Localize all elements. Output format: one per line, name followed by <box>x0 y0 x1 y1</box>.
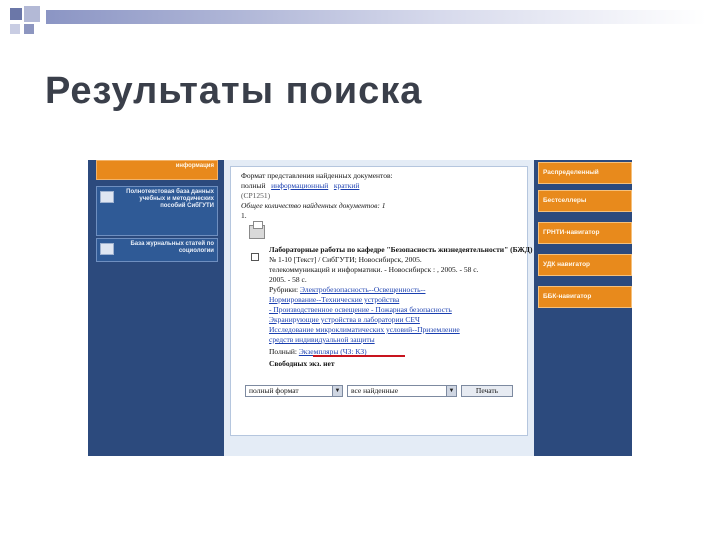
left-panel-item-info[interactable]: информация <box>96 160 218 180</box>
format-options: полный информационный краткий <box>241 181 359 190</box>
rubrics-label: Рубрики: <box>269 285 299 294</box>
rubric-link[interactable]: Исследование микроклиматических условий-… <box>269 325 460 334</box>
format-label: Формат представления найденных документо… <box>241 171 393 180</box>
slide-title: Результаты поиска <box>45 70 423 112</box>
right-menu-item[interactable]: ББК-навигатор <box>538 286 632 308</box>
record-checkbox[interactable] <box>251 253 259 261</box>
printer-icon[interactable] <box>249 221 265 239</box>
format-brief-link[interactable]: краткий <box>334 181 359 190</box>
item-number: 1. <box>241 211 247 220</box>
red-underline <box>313 355 405 357</box>
format-select[interactable]: полный формат ▼ <box>245 385 343 397</box>
left-panel-label: информация <box>175 163 214 169</box>
left-panel-item-fulltext-db[interactable]: Полнотекстовая база данных учебных и мет… <box>96 186 218 236</box>
record-line: № 1-10 [Текст] / СибГУТИ; Новосибирск, 2… <box>269 255 422 264</box>
embedded-screenshot: информация Полнотекстовая база данных уч… <box>88 160 632 456</box>
record-title: Лабораторные работы по кафедре "Безопасн… <box>269 245 533 254</box>
chevron-down-icon: ▼ <box>446 386 456 396</box>
left-panel-label: База журнальных статей по социологии <box>130 241 214 254</box>
decor-gradient-bar <box>46 10 706 24</box>
found-count: Общее количество найденных документов: 1 <box>241 201 386 210</box>
rubric-link[interactable]: Электробезопасность--Освещенность-- <box>300 285 425 294</box>
record-line: 2005. - 58 с. <box>269 275 307 284</box>
print-button[interactable]: Печать <box>461 385 513 397</box>
scope-select-value: все найденные <box>351 386 399 395</box>
rubric-link[interactable]: Экранирующие устройства в лаборатории СЕ… <box>269 315 420 324</box>
decor-square <box>24 6 40 22</box>
rubric-link[interactable]: средств индивидуальной защиты <box>269 335 375 344</box>
right-menu-item[interactable]: УДК навигатор <box>538 254 632 276</box>
right-menu-item[interactable]: Бестселлеры <box>538 190 632 212</box>
decor-square <box>10 24 20 34</box>
record-line: телекоммуникаций и информатики. - Новоси… <box>269 265 479 274</box>
format-select-value: полный формат <box>249 386 299 395</box>
chevron-down-icon: ▼ <box>332 386 342 396</box>
rubric-link[interactable]: - Производственное освещение - Пожарная … <box>269 305 452 314</box>
right-menu-item[interactable]: ГРНТИ-навигатор <box>538 222 632 244</box>
format-short-label: полный <box>241 181 266 190</box>
decor-square <box>24 24 34 34</box>
format-info-link[interactable]: информационный <box>271 181 328 190</box>
free-copies: Свободных экз. нет <box>269 359 335 368</box>
left-panel-item-articles-db[interactable]: База журнальных статей по социологии <box>96 238 218 262</box>
scope-select[interactable]: все найденные ▼ <box>347 385 457 397</box>
right-menu-item[interactable]: Распределенный <box>538 162 632 184</box>
rubric-link[interactable]: Нормирование--Технические устройства <box>269 295 399 304</box>
copies-label: Полный: <box>269 347 297 356</box>
database-icon <box>100 243 114 255</box>
rubrics-line: Рубрики: Электробезопасность--Освещеннос… <box>269 285 425 294</box>
database-icon <box>100 191 114 203</box>
format-extra: (CP1251) <box>241 191 271 200</box>
decor-square <box>10 8 22 20</box>
search-results-panel: Формат представления найденных документо… <box>224 160 534 456</box>
results-frame: Формат представления найденных документо… <box>230 166 532 436</box>
left-panel-label: Полнотекстовая база данных учебных и мет… <box>126 189 214 209</box>
slide: Результаты поиска информация Полнотексто… <box>0 0 720 540</box>
